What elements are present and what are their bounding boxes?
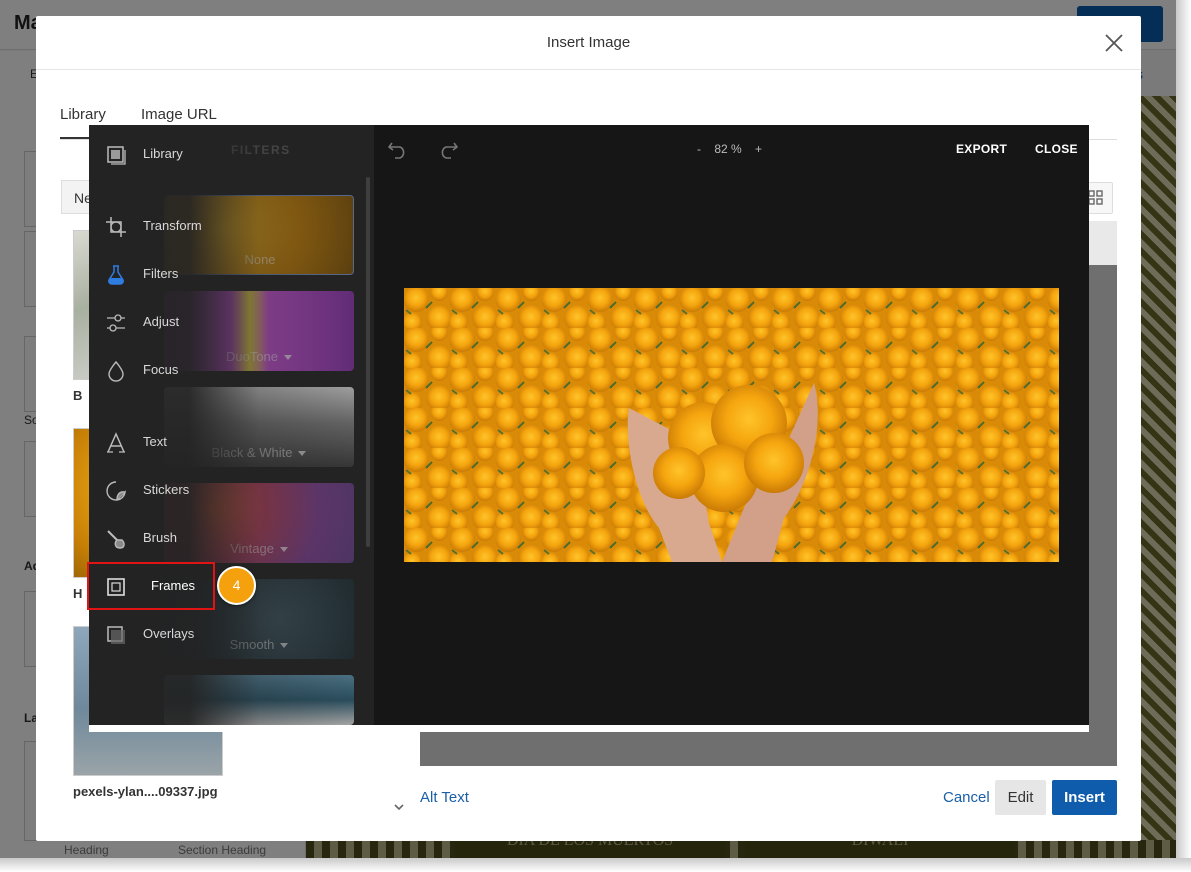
text-icon [107,432,125,453]
zoom-control: - 82 % + [697,142,762,156]
flask-icon [108,265,124,285]
insert-button[interactable]: Insert [1052,780,1117,815]
frames-highlight-box [87,562,215,610]
droplet-icon [108,360,124,382]
tool-library[interactable]: Library [89,138,374,170]
screen: Ma Save E So Ad La DIA DE LOS MUERTOS DI… [0,0,1191,872]
brush-icon [107,530,125,549]
tool-label: Overlays [143,626,195,641]
overlay-icon [107,626,125,644]
tool-transform[interactable]: Transform [89,210,374,242]
alt-text-link[interactable]: Alt Text [420,789,469,806]
tool-filters[interactable]: Filters [89,258,374,290]
editor-sidebar: FILTERS None DuoTone Black & White Vinta… [89,125,374,725]
tool-label: Adjust [143,314,180,329]
zoom-value: 82 % [714,142,742,156]
dialog-header: Insert Image [36,16,1141,70]
cancel-button[interactable]: Cancel [943,789,990,806]
step-badge: 4 [217,566,256,605]
crop-icon [106,217,126,237]
sliders-icon [107,314,125,332]
redo-icon[interactable] [437,139,459,159]
tool-adjust[interactable]: Adjust [89,306,374,338]
edit-button[interactable]: Edit [995,780,1046,815]
screenshot-shadow [1176,0,1191,872]
dialog-title: Insert Image [546,34,631,51]
thumbnail-label: pexels-ylan....09337.jpg [73,784,218,799]
sticker-icon [106,481,126,501]
close-icon[interactable] [1103,32,1125,54]
zoom-in-button[interactable]: + [755,142,762,156]
tool-label: Transform [143,218,202,233]
tool-text[interactable]: Text [89,426,374,458]
tool-brush[interactable]: Brush [89,522,374,554]
tool-stickers[interactable]: Stickers [89,474,374,506]
editor-close-button[interactable]: CLOSE [1035,142,1078,156]
tool-label: Library [143,146,183,161]
library-icon [107,146,126,165]
tool-label: Brush [143,530,177,545]
chevron-down-icon[interactable] [393,801,405,813]
canvas-image[interactable] [404,288,1059,562]
screenshot-shadow [0,858,1191,872]
tool-focus[interactable]: Focus [89,354,374,386]
tool-label: Text [143,434,167,449]
tool-label: Focus [143,362,179,377]
tool-overlays[interactable]: Overlays [89,618,374,650]
zoom-out-button[interactable]: - [697,142,701,156]
tool-label: Filters [143,266,179,281]
editor-bottom-bar [89,725,1089,732]
export-button[interactable]: EXPORT [956,142,1007,156]
tool-label: Stickers [143,482,190,497]
undo-icon[interactable] [387,139,409,159]
tab-image-url[interactable]: Image URL [141,106,217,123]
filter-partial[interactable] [164,675,354,725]
marigold-photo [404,288,1059,562]
photo-editor: FILTERS None DuoTone Black & White Vinta… [89,125,1089,725]
